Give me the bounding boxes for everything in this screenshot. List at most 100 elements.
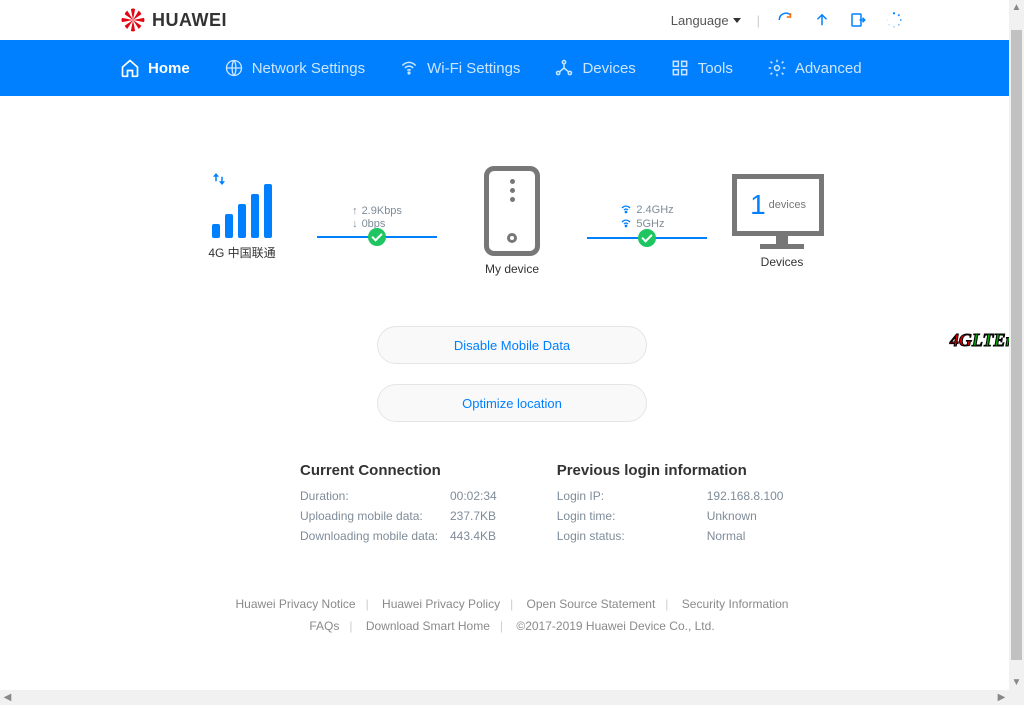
tools-icon <box>670 58 690 78</box>
footer-privacy-notice[interactable]: Huawei Privacy Notice <box>236 597 356 611</box>
disable-mobile-data-button[interactable]: Disable Mobile Data <box>377 326 647 364</box>
devices-icon <box>554 58 574 78</box>
caret-down-icon <box>733 18 741 23</box>
scroll-up-arrow[interactable]: ▲ <box>1009 0 1024 15</box>
login-status-row: Login status:Normal <box>557 529 784 543</box>
wifi-small-icon <box>620 218 632 231</box>
current-connection-col: Current Connection Duration:00:02:34 Upl… <box>300 462 497 549</box>
action-buttons: Disable Mobile Data Optimize location 4G… <box>120 326 904 422</box>
main-navbar: Home Network Settings Wi-Fi Settings Dev… <box>0 40 1024 96</box>
value: Normal <box>707 529 746 543</box>
login-title: Previous login information <box>557 462 784 479</box>
footer-security[interactable]: Security Information <box>682 597 789 611</box>
link-1-stats: ↑2.9Kbps ↓0bps <box>352 205 402 230</box>
footer-copyright: ©2017-2019 Huawei Device Co., Ltd. <box>516 619 714 633</box>
nav-label: Devices <box>582 60 635 77</box>
signal-bars-icon <box>212 182 272 238</box>
nav-devices[interactable]: Devices <box>554 58 635 78</box>
upload-speed: 2.9Kbps <box>362 205 402 217</box>
value: Unknown <box>707 509 757 523</box>
link-2-stats: 2.4GHz 5GHz <box>620 204 673 231</box>
topbar: HUAWEI Language | <box>0 0 1024 40</box>
wifi-icon <box>399 58 419 78</box>
nav-label: Home <box>148 60 190 77</box>
device-label: My device <box>485 262 539 276</box>
link-2: 2.4GHz 5GHz <box>587 204 707 239</box>
globe-icon <box>224 58 244 78</box>
check-icon <box>368 228 386 246</box>
scroll-thumb[interactable] <box>1011 30 1022 660</box>
scrollbar-horizontal[interactable]: ◀ ▶ <box>0 690 1009 705</box>
optimize-location-button[interactable]: Optimize location <box>377 384 647 422</box>
info-section: Current Connection Duration:00:02:34 Upl… <box>120 462 904 549</box>
nav-label: Tools <box>698 60 733 77</box>
conn-upload-row: Uploading mobile data:237.7KB <box>300 509 497 523</box>
topbar-right: Language | <box>671 10 904 30</box>
nav-wifi-settings[interactable]: Wi-Fi Settings <box>399 58 520 78</box>
nav-network-settings[interactable]: Network Settings <box>224 58 365 78</box>
nav-home[interactable]: Home <box>120 58 190 78</box>
upload-icon[interactable] <box>812 10 832 30</box>
link-line <box>587 237 707 239</box>
clients-label: Devices <box>761 255 804 269</box>
logout-icon[interactable] <box>848 10 868 30</box>
separator: | <box>757 13 760 28</box>
footer-faqs[interactable]: FAQs <box>309 619 339 633</box>
brand-name: HUAWEI <box>152 10 227 31</box>
huawei-logo-icon <box>120 7 146 33</box>
value: 237.7KB <box>450 509 496 523</box>
nav-label: Wi-Fi Settings <box>427 60 520 77</box>
signal-node: 4G 中国联通 <box>167 182 317 261</box>
device-count-label: devices <box>769 199 806 211</box>
brand-logo: HUAWEI <box>120 7 227 33</box>
scroll-down-arrow[interactable]: ▼ <box>1009 675 1024 690</box>
label: Login status: <box>557 529 707 543</box>
device-node: My device <box>437 166 587 276</box>
nav-label: Advanced <box>795 60 862 77</box>
label: Duration: <box>300 489 450 503</box>
conn-title: Current Connection <box>300 462 497 479</box>
main-content: 4G 中国联通 ↑2.9Kbps ↓0bps My device 2.4GHz … <box>0 96 1024 681</box>
footer-privacy-policy[interactable]: Huawei Privacy Policy <box>382 597 500 611</box>
previous-login-col: Previous login information Login IP:192.… <box>557 462 784 549</box>
footer-download[interactable]: Download Smart Home <box>366 619 490 633</box>
scrollbar-vertical[interactable]: ▲ ▼ <box>1009 0 1024 690</box>
label: Login time: <box>557 509 707 523</box>
label: Login IP: <box>557 489 707 503</box>
device-count: 1 <box>750 189 766 221</box>
wifi-small-icon <box>620 204 632 217</box>
scroll-corner <box>1009 690 1024 705</box>
check-icon <box>638 229 656 247</box>
value: 443.4KB <box>450 529 496 543</box>
scroll-thumb[interactable] <box>15 690 994 705</box>
nav-label: Network Settings <box>252 60 365 77</box>
home-icon <box>120 58 140 78</box>
login-time-row: Login time:Unknown <box>557 509 784 523</box>
footer-oss[interactable]: Open Source Statement <box>527 597 656 611</box>
scroll-left-arrow[interactable]: ◀ <box>0 690 15 705</box>
clients-node: 1 devices Devices <box>707 174 857 269</box>
nav-tools[interactable]: Tools <box>670 58 733 78</box>
arrow-down-icon: ↓ <box>352 218 358 230</box>
wifi-band-1: 2.4GHz <box>636 204 673 216</box>
gear-icon <box>767 58 787 78</box>
arrows-updown-icon <box>210 170 228 193</box>
value: 192.168.8.100 <box>707 489 784 503</box>
login-ip-row: Login IP:192.168.8.100 <box>557 489 784 503</box>
value: 00:02:34 <box>450 489 497 503</box>
conn-download-row: Downloading mobile data:443.4KB <box>300 529 497 543</box>
loading-icon[interactable] <box>884 10 904 30</box>
refresh-icon[interactable] <box>776 10 796 30</box>
nav-advanced[interactable]: Advanced <box>767 58 862 78</box>
signal-type: 4G <box>208 246 224 260</box>
language-dropdown[interactable]: Language <box>671 13 741 28</box>
link-line <box>317 236 437 238</box>
scroll-right-arrow[interactable]: ▶ <box>994 690 1009 705</box>
router-icon <box>484 166 540 256</box>
footer: Huawei Privacy Notice| Huawei Privacy Po… <box>120 579 904 651</box>
signal-carrier: 中国联通 <box>228 246 276 260</box>
language-label: Language <box>671 13 729 28</box>
monitor-icon: 1 devices <box>732 174 832 249</box>
label: Uploading mobile data: <box>300 509 450 523</box>
signal-label: 4G 中国联通 <box>208 244 275 261</box>
